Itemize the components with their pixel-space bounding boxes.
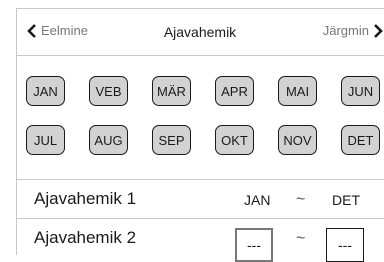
period-from-value[interactable]: JAN (244, 192, 270, 208)
range-separator: ~ (296, 230, 306, 247)
range-separator: ~ (296, 191, 306, 208)
month-button-mai[interactable]: MAI (278, 76, 317, 106)
period-to-field[interactable]: --- (326, 228, 364, 262)
month-button-nov[interactable]: NOV (278, 125, 317, 155)
month-button-veb[interactable]: VEB (89, 76, 128, 106)
period-row-1: Ajavahemik 1 JAN ~ DET (16, 179, 384, 217)
month-button-mar[interactable]: MÄR (152, 76, 191, 106)
month-button-sep[interactable]: SEP (152, 125, 191, 155)
month-button-okt[interactable]: OKT (215, 125, 254, 155)
period-row-2: Ajavahemik 2 --- ~ --- (16, 218, 384, 262)
month-button-apr[interactable]: APR (215, 76, 254, 106)
month-button-aug[interactable]: AUG (89, 125, 128, 155)
period-to-value[interactable]: DET (332, 192, 360, 208)
period-from-field[interactable]: --- (235, 228, 273, 262)
next-label: Järgmin (322, 23, 369, 38)
next-button[interactable]: Järgmin (323, 23, 384, 38)
month-button-jul[interactable]: JUL (26, 125, 65, 155)
month-button-jun[interactable]: JUN (341, 76, 380, 106)
month-grid: JAN VEB MÄR APR MAI JUN JUL AUG SEP OKT … (26, 76, 380, 155)
chevron-right-icon (374, 23, 383, 38)
month-button-jan[interactable]: JAN (26, 76, 65, 106)
header: Eelmine Ajavahemik Järgmin (16, 8, 384, 56)
period-label: Ajavahemik 2 (34, 228, 137, 247)
month-button-det[interactable]: DET (341, 125, 380, 155)
period-label: Ajavahemik 1 (34, 189, 137, 208)
